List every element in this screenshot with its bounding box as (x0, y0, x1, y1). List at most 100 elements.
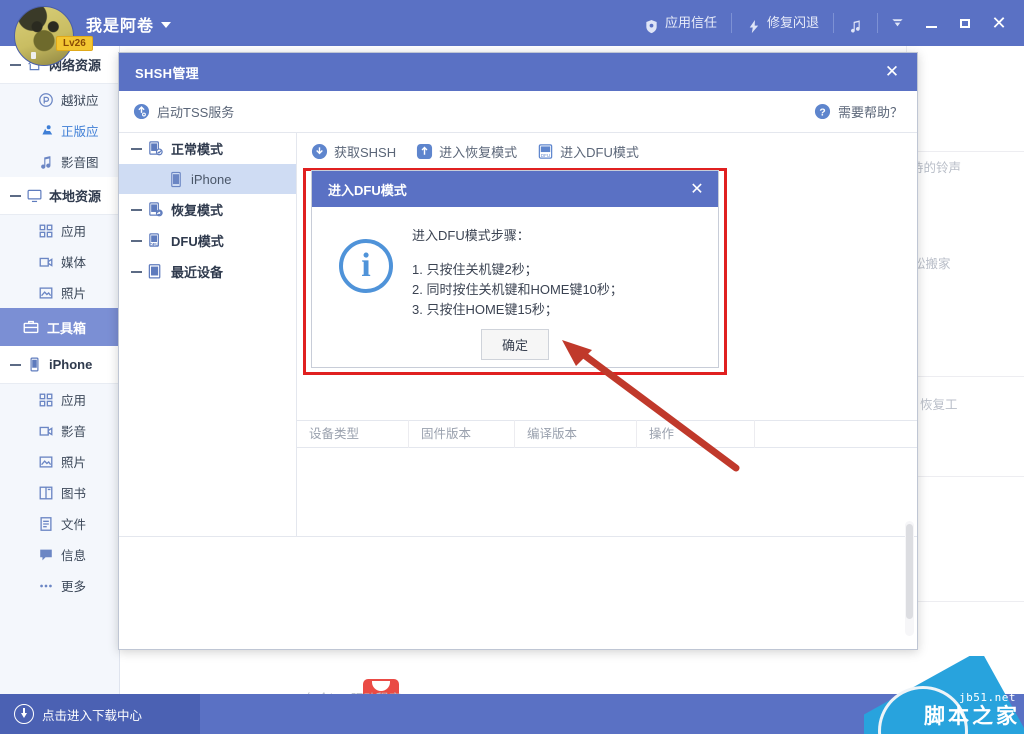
collapse-minus-icon[interactable] (10, 359, 21, 370)
collapse-minus-icon[interactable] (131, 235, 142, 246)
fix-crash-label: 修复闪退 (767, 9, 819, 37)
tree-item-dfu-mode[interactable]: DFU DFU模式 (119, 225, 296, 256)
level-badge: Lv26 (56, 36, 93, 51)
bg-label-ringtone: 待的铃声 (911, 157, 961, 176)
shsh-window-footer (119, 536, 917, 649)
close-button[interactable]: ✕ (982, 8, 1016, 38)
red-pointer-arrow (540, 330, 760, 475)
tree-item-label: 正常模式 (171, 139, 223, 158)
sidebar-item-device-messages[interactable]: 信息 (0, 539, 119, 570)
sidebar-group-iphone[interactable]: iPhone (0, 346, 119, 384)
dfu-dialog-heading: 进入DFU模式步骤： (412, 225, 623, 244)
collapse-minus-icon[interactable] (131, 204, 142, 215)
svg-text:DFU: DFU (541, 153, 550, 158)
download-center-label: 点击进入下载中心 (42, 705, 142, 724)
music-note-icon (38, 154, 54, 170)
triangle-down-icon (890, 16, 905, 31)
sidebar-item-label: 文件 (61, 514, 86, 533)
tree-item-label: 恢复模式 (171, 200, 223, 219)
more-menu-button[interactable] (880, 8, 914, 38)
maximize-button[interactable] (948, 8, 982, 38)
need-help-button[interactable]: ? 需要帮助？ (814, 102, 903, 121)
shield-icon (644, 16, 659, 31)
watermark: jb51.net 脚本之家 (864, 656, 1024, 734)
titlebar-actions: 应用信任 修复闪退 (632, 0, 1016, 46)
app-trust-label: 应用信任 (665, 9, 717, 37)
app-trust-button[interactable]: 应用信任 (632, 9, 729, 37)
fix-crash-button[interactable]: 修复闪退 (734, 9, 831, 37)
music-button[interactable] (836, 9, 875, 37)
sidebar-item-device-photos[interactable]: 照片 (0, 446, 119, 477)
collapse-minus-icon[interactable] (131, 143, 142, 154)
username-menu[interactable]: 我是阿卷 (86, 12, 171, 36)
mode-tree: 正常模式 iPhone (119, 133, 297, 595)
minimize-button[interactable] (914, 8, 948, 38)
sidebar-item-label: 更多 (61, 576, 86, 595)
sidebar-item-device-books[interactable]: 图书 (0, 477, 119, 508)
sidebar-item-local-media[interactable]: 媒体 (0, 246, 119, 277)
shsh-close-icon[interactable]: ✕ (879, 59, 905, 85)
sidebar-item-device-more[interactable]: 更多 (0, 570, 119, 601)
tree-item-recent-devices[interactable]: 最近设备 (119, 256, 296, 287)
service-icon (133, 103, 150, 120)
chevron-down-icon[interactable] (161, 22, 171, 28)
sidebar-item-jailbreak-apps[interactable]: 越狱应 (0, 84, 119, 115)
sidebar-item-device-video[interactable]: 影音 (0, 415, 119, 446)
dfu-dialog-text: 进入DFU模式步骤： 1. 只按住关机键2秒； 2. 同时按住关机键和HOME键… (412, 221, 623, 320)
sidebar-group-local[interactable]: 本地资源 (0, 177, 119, 215)
collapse-minus-icon[interactable] (10, 190, 21, 201)
sidebar-item-label: 图书 (61, 483, 86, 502)
enter-dfu-mode-button[interactable]: DFU 进入DFU模式 (537, 142, 639, 161)
sidebar-item-toolbox[interactable]: 工具箱 (0, 308, 119, 346)
sidebar-item-media-library[interactable]: 影音图 (0, 146, 119, 177)
watermark-name: 脚本之家 (924, 700, 1020, 730)
enter-recovery-mode-button[interactable]: 进入恢复模式 (416, 142, 517, 161)
photo-icon (38, 454, 54, 470)
scrollbar-thumb[interactable] (906, 524, 913, 619)
svg-text:DFU: DFU (150, 242, 159, 247)
collapse-minus-icon[interactable] (10, 59, 21, 70)
tree-item-normal-mode[interactable]: 正常模式 (119, 133, 296, 164)
sidebar-group-label: 本地资源 (49, 186, 101, 205)
tree-item-label: 最近设备 (171, 262, 223, 281)
more-icon (38, 578, 54, 594)
tree-child-iphone[interactable]: iPhone (119, 164, 296, 194)
avatar-tag (31, 52, 36, 59)
bolt-icon (746, 16, 761, 31)
collapse-minus-icon[interactable] (131, 266, 142, 277)
divider (833, 13, 834, 33)
dfu-step-1: 1. 只按住关机键2秒； (412, 260, 623, 280)
photo-icon (38, 285, 54, 301)
sidebar-item-device-files[interactable]: 文件 (0, 508, 119, 539)
get-shsh-button[interactable]: 获取SHSH (311, 142, 396, 161)
dfu-step-3: 3. 只按住HOME键15秒； (412, 300, 623, 320)
divider (731, 13, 732, 33)
dfu-dialog-title: 进入DFU模式 (328, 180, 684, 199)
sidebar-item-local-apps[interactable]: 应用 (0, 215, 119, 246)
sidebar-item-official-apps[interactable]: 正版应 (0, 115, 119, 146)
message-icon (38, 547, 54, 563)
sidebar-item-device-apps[interactable]: 应用 (0, 384, 119, 415)
sidebar-item-label: 媒体 (61, 252, 86, 271)
start-tss-service-button[interactable]: 启动TSS服务 (133, 102, 234, 121)
screen: 待的铃声 松搬家 恢复工 包含iOS驱动程序 网络资源 越狱应 (0, 0, 1024, 734)
app-titlebar: 我是阿卷 Lv26 应用信任 修复闪退 (0, 0, 1024, 46)
confirm-button[interactable]: 确定 (481, 329, 549, 360)
shsh-action-bar: 获取SHSH 进入恢复模式 (297, 133, 917, 169)
dfu-dialog-close-icon[interactable]: ✕ (684, 176, 710, 202)
iphone-icon (26, 356, 43, 373)
column-device-type: 设备类型 (297, 420, 409, 448)
tree-item-recovery-mode[interactable]: 恢复模式 (119, 194, 296, 225)
sidebar-item-label: 正版应 (61, 121, 99, 140)
dfu-step-2: 2. 同时按住关机键和HOME键10秒； (412, 280, 623, 300)
download-center-button[interactable]: 点击进入下载中心 (0, 694, 200, 734)
sidebar-group-label: iPhone (49, 357, 92, 372)
shsh-subbar: 启动TSS服务 ? 需要帮助？ (119, 91, 917, 133)
appstore-icon (38, 123, 54, 139)
sidebar-item-label: 应用 (61, 390, 86, 409)
sidebar-item-local-photos[interactable]: 照片 (0, 277, 119, 308)
recovery-mode-icon (147, 201, 164, 218)
tree-child-label: iPhone (191, 172, 231, 187)
book-icon (38, 485, 54, 501)
shsh-scrollbar[interactable] (905, 521, 914, 636)
